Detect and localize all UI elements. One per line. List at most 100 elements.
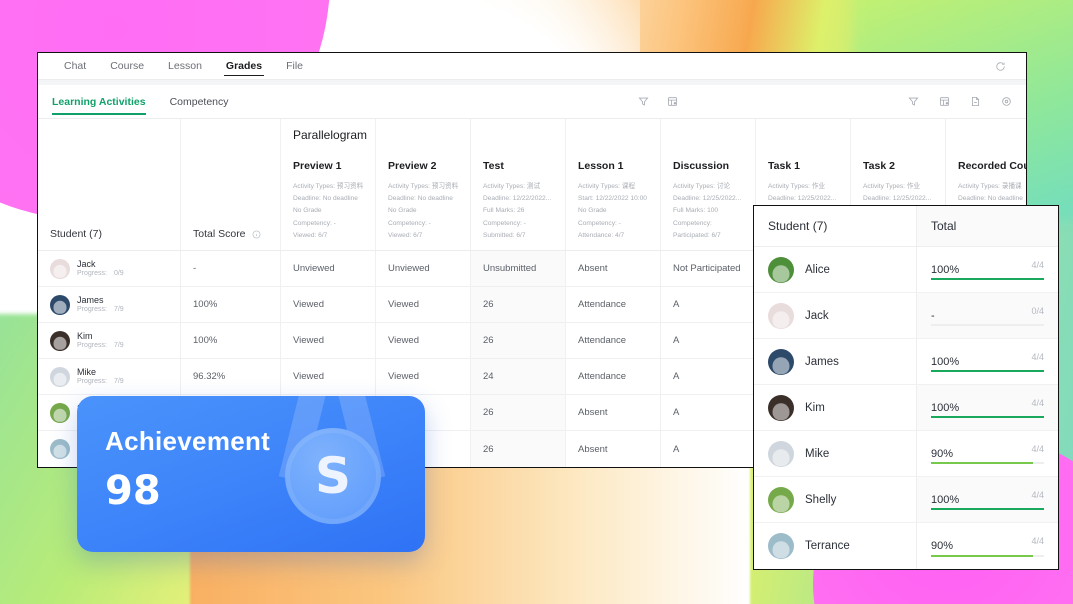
list-item[interactable]: Kim 100% 4/4 (754, 385, 1058, 431)
activity-meta: Activity Types: 讨论 Deadline: 12/25/2022.… (673, 181, 749, 242)
student-text: Kim Progress: 7/9 (77, 331, 124, 350)
student-name: Alice (805, 263, 830, 276)
student-panel-student-label: Student (7) (768, 219, 828, 233)
total-percent: - (931, 309, 935, 322)
activity-meta-line: No Grade (578, 207, 607, 215)
settings-gear-icon[interactable] (1001, 96, 1012, 107)
avatar (768, 348, 794, 375)
menu-item-grades[interactable]: Grades (214, 53, 274, 79)
student-panel-total-cell: 100% 4/4 (917, 339, 1058, 384)
filter-icon[interactable] (908, 96, 919, 107)
cell-activity-score: A (661, 287, 756, 322)
student-panel-total-cell: 90% 4/4 (917, 431, 1058, 476)
student-progress: Progress: 7/9 (77, 342, 124, 350)
activity-meta-line: Competency: - (293, 219, 336, 227)
student-panel-name-cell: Jack (754, 293, 917, 338)
cell-activity-score: Attendance (566, 359, 661, 394)
cell-activity-score: Absent (566, 395, 661, 430)
total-percent: 90% (931, 540, 954, 552)
student-panel-header: Student (7) Total (754, 206, 1058, 247)
cell-activity-score: Attendance (566, 287, 661, 322)
list-item[interactable]: Alice 100% 4/4 (754, 247, 1058, 293)
export-document-icon[interactable] (970, 96, 981, 107)
refresh-icon[interactable] (995, 61, 1006, 72)
cell-activity-score: Viewed (376, 323, 471, 358)
tabs-right-icons (908, 96, 1012, 107)
cell-student: Mike Progress: 7/9 (38, 359, 181, 394)
info-circle-icon[interactable] (252, 230, 261, 239)
medal-icon: S (285, 428, 381, 524)
cell-activity-score: Viewed (281, 359, 376, 394)
cell-student: Jack Progress: 0/9 (38, 251, 181, 286)
menu-bar-actions (995, 61, 1012, 72)
top-menu-bar: Chat Course Lesson Grades File (38, 53, 1026, 79)
student-progress: Progress: 7/9 (77, 306, 124, 314)
filter-icon[interactable] (637, 96, 649, 107)
tab-learning-activities[interactable]: Learning Activities (52, 85, 146, 119)
student-text: Jack Progress: 0/9 (77, 259, 124, 278)
header-cell-activity: Test Activity Types: 测试 Deadline: 12/22/… (471, 119, 566, 250)
activity-meta-line: Activity Types: 测试 (483, 183, 541, 190)
student-progress: Progress: 7/9 (77, 378, 124, 386)
activity-meta-line: Activity Types: 作业 (863, 183, 921, 190)
list-item[interactable]: James 100% 4/4 (754, 339, 1058, 385)
header-cell-activity: Preview 2 Activity Types: 预习资料 Deadline:… (376, 119, 471, 250)
avatar (768, 440, 794, 467)
table-settings-icon[interactable] (939, 96, 950, 107)
menu-item-lesson[interactable]: Lesson (156, 53, 214, 79)
activity-meta-line: Deadline: No deadline (293, 195, 358, 203)
student-name: James (77, 294, 104, 305)
activity-meta-line: Submitted: 6/7 (483, 231, 526, 239)
activity-meta-line: No Grade (388, 207, 417, 215)
student-cell: Mike Progress: 7/9 (50, 366, 124, 387)
activity-name: Preview 2 (388, 160, 437, 172)
activity-name: Discussion (673, 160, 730, 172)
student-cell: Kim Progress: 7/9 (50, 330, 124, 351)
avatar (50, 439, 70, 459)
list-item[interactable]: Terrance 90% 4/4 (754, 523, 1058, 569)
activity-meta-line: Competency: (673, 219, 712, 227)
activity-meta-line: Competency: - (578, 219, 621, 227)
activity-meta: Activity Types: 测试 Deadline: 12/22/2022.… (483, 181, 559, 242)
activity-name: Preview 1 (293, 160, 342, 172)
progress-bar (931, 324, 1044, 326)
student-panel-body: Alice 100% 4/4 Jack - 0/4 James 100% 4/4 Kim 100% 4… (754, 247, 1058, 569)
activity-group-title: Parallelogram (293, 128, 368, 142)
list-item[interactable]: Shelly 100% 4/4 (754, 477, 1058, 523)
progress-value: 7/9 (113, 378, 124, 386)
cell-activity-score: Unviewed (281, 251, 376, 286)
header-cell-total-score: Total Score (181, 119, 281, 250)
cell-activity-score: Unviewed (376, 251, 471, 286)
activity-meta-line: Viewed: 6/7 (293, 231, 328, 239)
student-panel-name-cell: Kim (754, 385, 917, 430)
student-panel-name-cell: Shelly (754, 477, 917, 522)
cell-activity-score: Viewed (281, 323, 376, 358)
header-cell-activity: Lesson 1 Activity Types: 课程 Start: 12/22… (566, 119, 661, 250)
student-panel-header-total: Total (917, 206, 1058, 246)
activity-meta: Activity Types: 课程 Start: 12/22/2022 10:… (578, 181, 654, 242)
student-panel-name-cell: James (754, 339, 917, 384)
activity-meta-line: Activity Types: 作业 (768, 183, 826, 190)
list-item[interactable]: Mike 90% 4/4 (754, 431, 1058, 477)
menu-item-course[interactable]: Course (98, 53, 156, 79)
cell-activity-score: A (661, 323, 756, 358)
progress-bar (931, 370, 1044, 372)
activity-name: Lesson 1 (578, 160, 624, 172)
header-cell-student: Student (7) (38, 119, 181, 250)
cell-activity-score: A (661, 431, 756, 467)
cell-total-score: 100% (181, 287, 281, 322)
student-panel-name-cell: Terrance (754, 523, 917, 569)
total-percent: 90% (931, 447, 954, 460)
achievement-title: Achievement (105, 426, 271, 456)
student-panel-total-cell: 100% 4/4 (917, 385, 1058, 430)
progress-value: 0/9 (113, 270, 124, 278)
menu-item-chat[interactable]: Chat (52, 53, 98, 79)
tab-competency[interactable]: Competency (170, 85, 229, 119)
progress-bar (931, 278, 1044, 280)
menu-item-file[interactable]: File (274, 53, 315, 79)
tabs-center-icons (637, 96, 678, 107)
table-settings-icon[interactable] (667, 96, 678, 107)
activity-meta-line: Attendance: 4/7 (578, 231, 625, 239)
list-item[interactable]: Jack - 0/4 (754, 293, 1058, 339)
activity-meta-line: Start: 12/22/2022 10:00 (578, 195, 647, 203)
